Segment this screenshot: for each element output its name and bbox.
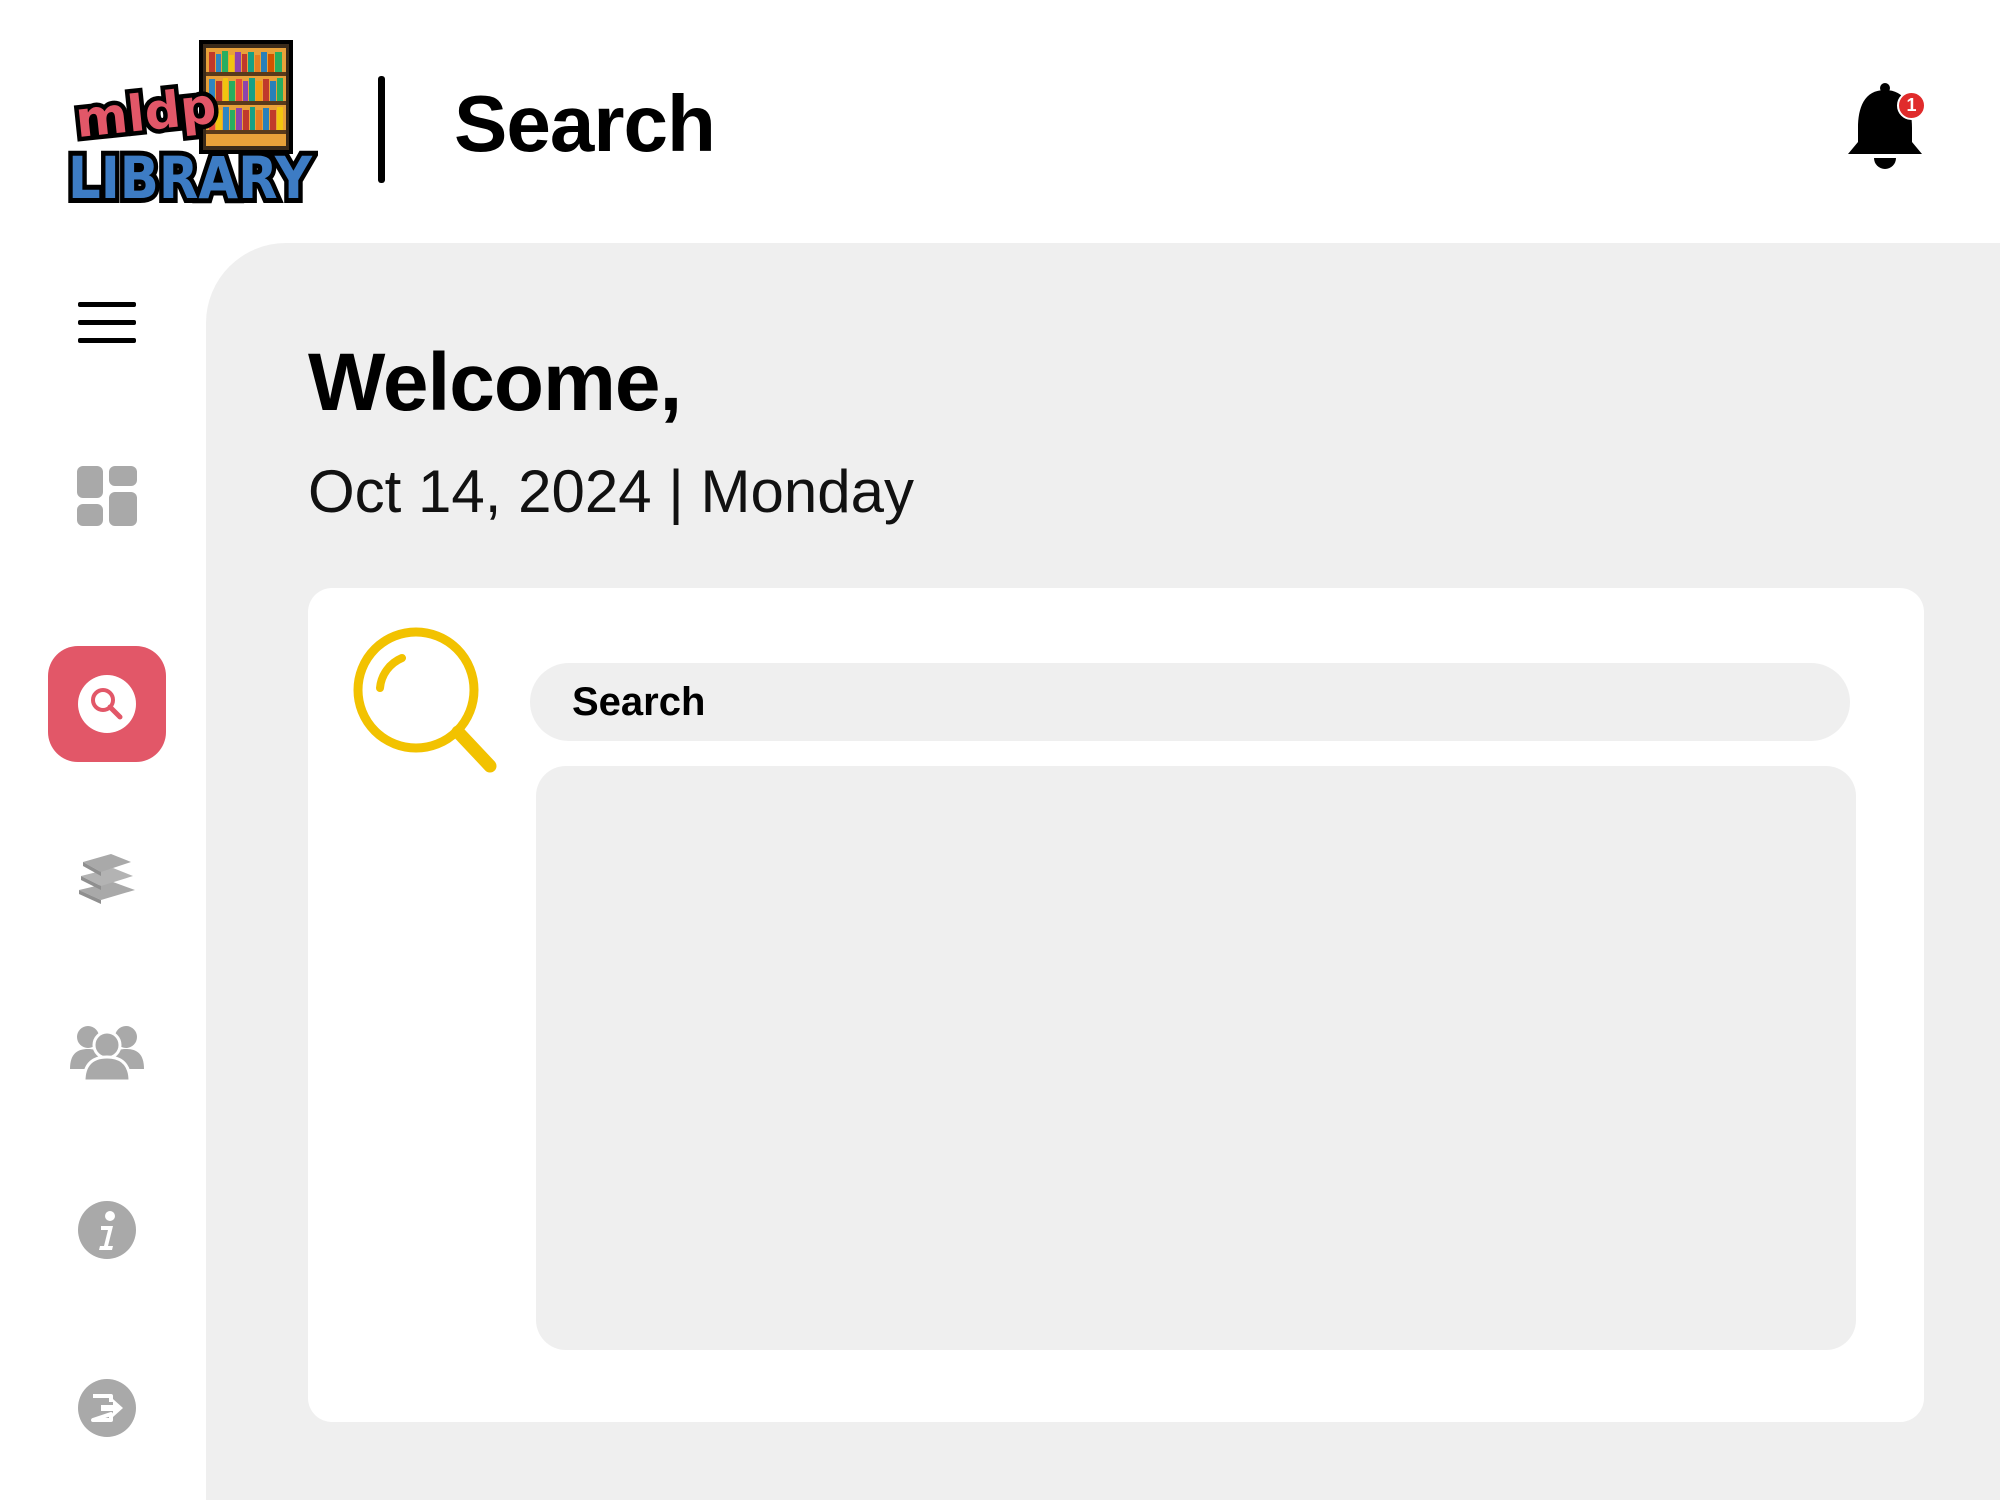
sidebar-item-users[interactable] bbox=[48, 994, 166, 1110]
welcome-heading: Welcome, bbox=[308, 337, 682, 428]
sidebar-item-dashboard[interactable] bbox=[48, 438, 166, 554]
sidebar-item-books[interactable] bbox=[48, 820, 166, 936]
page-title: Search bbox=[454, 79, 716, 168]
search-input[interactable] bbox=[530, 663, 1850, 741]
sidebar-item-search[interactable] bbox=[48, 646, 166, 762]
menu-icon[interactable] bbox=[78, 302, 136, 344]
logout-icon bbox=[78, 1379, 136, 1437]
search-icon bbox=[78, 675, 136, 733]
magnifier-icon bbox=[353, 627, 497, 773]
svg-text:LIBRARY: LIBRARY bbox=[68, 144, 313, 212]
users-icon bbox=[70, 1026, 144, 1081]
notification-badge: 1 bbox=[1897, 91, 1926, 120]
sidebar-item-logout[interactable] bbox=[48, 1350, 166, 1466]
app-window: mldp LIBRARY Search 1 Welcome, Oct 14, 2… bbox=[0, 0, 2000, 1500]
sidebar-item-info[interactable] bbox=[48, 1172, 166, 1288]
books-icon bbox=[79, 854, 135, 904]
dashboard-icon bbox=[77, 466, 137, 526]
search-results-area bbox=[536, 766, 1856, 1350]
svg-text:mldp: mldp bbox=[73, 77, 219, 149]
date-label: Oct 14, 2024 | Monday bbox=[308, 458, 914, 525]
header-divider bbox=[378, 76, 385, 183]
library-logo: mldp LIBRARY bbox=[66, 40, 318, 212]
info-icon bbox=[78, 1201, 136, 1259]
